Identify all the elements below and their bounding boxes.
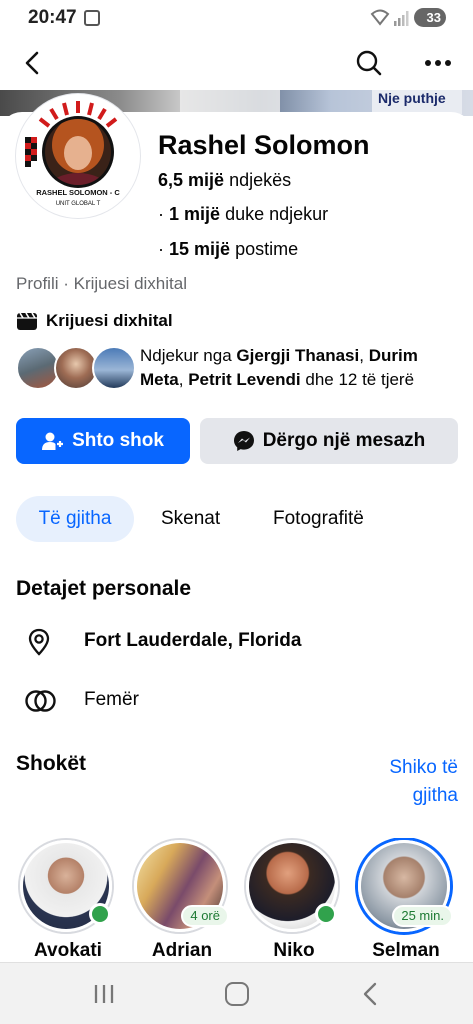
- location-pin-icon: [28, 628, 50, 656]
- send-message-button[interactable]: Dërgo një mesazh: [200, 418, 458, 464]
- system-navigation-bar: [0, 962, 473, 1024]
- status-time: 20:47: [28, 7, 77, 28]
- recent-apps-icon[interactable]: [92, 983, 116, 1005]
- status-bar: 20:47 33: [0, 0, 473, 36]
- avatar-logo-sub: UNIT GLOBAL T: [56, 201, 101, 207]
- add-friend-icon: [42, 432, 64, 450]
- personal-details-title: Detajet personale: [16, 577, 192, 600]
- top-nav: [0, 36, 473, 92]
- online-status-dot: [315, 903, 337, 925]
- separator: ,: [359, 346, 364, 365]
- avatar-logo-name: RASHEL SOLOMON - C: [36, 188, 120, 197]
- online-status-dot: [89, 903, 111, 925]
- add-friend-button[interactable]: Shto shok: [16, 418, 190, 464]
- followed-by-row[interactable]: Ndjekur nga Gjergji Thanasi, Durim Meta,…: [16, 344, 461, 392]
- battery-icon: 33: [414, 8, 446, 27]
- following-count: 1 mijë: [169, 204, 221, 224]
- search-icon[interactable]: [352, 46, 386, 80]
- following-stat[interactable]: · 1 mijë duke ndjekur: [158, 204, 328, 225]
- wifi-icon: [370, 9, 390, 26]
- last-active-badge: 25 min.: [392, 905, 453, 927]
- friends-title: Shokët: [16, 752, 87, 775]
- friend-card[interactable]: 25 min. Selman: [358, 840, 454, 961]
- clapperboard-icon: [17, 312, 37, 330]
- tab-photos[interactable]: Fotografitë: [273, 496, 364, 542]
- mutual-followers-avatars: [16, 346, 136, 390]
- followed-by-text: Ndjekur nga Gjergji Thanasi, Durim Meta,…: [140, 344, 460, 392]
- friend-avatar: 25 min.: [358, 840, 453, 932]
- mutual-name-3[interactable]: Petrit Levendi: [188, 370, 300, 389]
- followers-count: 6,5 mijë: [158, 170, 225, 190]
- send-message-label: Dërgo një mesazh: [262, 430, 426, 451]
- signal-icon: [394, 11, 409, 26]
- posts-stat: · 15 mijë postime: [158, 239, 298, 260]
- posts-count: 15 mijë: [169, 239, 231, 259]
- see-all-line-2: gjitha: [412, 785, 458, 806]
- profile-avatar[interactable]: RASHEL SOLOMON - C UNIT GLOBAL T: [16, 94, 140, 218]
- bullet-dot: ·: [158, 239, 164, 259]
- friend-avatar: [20, 840, 112, 932]
- see-all-friends-link[interactable]: Shiko të gjitha: [300, 754, 458, 810]
- location-text: Fort Lauderdale, Florida: [84, 630, 302, 651]
- following-label: duke ndjekur: [225, 204, 329, 224]
- cover-photo-sign: Nje puthje: [372, 90, 462, 114]
- friend-card[interactable]: Niko: [246, 840, 342, 961]
- followers-stat[interactable]: 6,5 mijë ndjekës: [158, 170, 291, 191]
- back-arrow-icon[interactable]: [16, 46, 50, 80]
- see-all-line-1: Shiko të: [389, 757, 458, 778]
- friend-card[interactable]: 4 orë Adrian: [134, 840, 230, 961]
- gender-text: Femër: [84, 689, 139, 710]
- friend-name: Avokati: [34, 940, 102, 961]
- friend-avatar: [246, 840, 338, 932]
- gender-rings-icon: [25, 690, 56, 712]
- gender-row: [24, 686, 58, 716]
- profile-category: Profili · Krijuesi dixhital: [16, 274, 187, 293]
- followed-by-prefix: Ndjekur nga: [140, 346, 232, 365]
- location-row: [24, 627, 54, 657]
- avatar-logo-image: RASHEL SOLOMON - C UNIT GLOBAL T: [19, 97, 137, 215]
- creator-badge-row: Krijuesi dixhital: [16, 310, 173, 332]
- cover-photo-text-block: [180, 90, 280, 112]
- followed-by-suffix: dhe 12 të tjerë: [305, 370, 415, 389]
- home-icon[interactable]: [225, 982, 249, 1006]
- tab-reels[interactable]: Skenat: [161, 496, 220, 542]
- mutual-avatar: [92, 346, 136, 390]
- friend-name: Niko: [273, 940, 315, 961]
- separator: ,: [178, 370, 184, 389]
- profile-name: Rashel Solomon: [158, 130, 370, 160]
- add-friend-label: Shto shok: [72, 430, 164, 451]
- followers-label: ndjekës: [229, 170, 292, 190]
- screenshot-icon: [84, 10, 100, 26]
- tab-all[interactable]: Të gjitha: [16, 496, 134, 542]
- mutual-name-1[interactable]: Gjergji Thanasi: [236, 346, 359, 365]
- friend-card[interactable]: Avokati: [20, 840, 116, 961]
- friends-list: Avokati 4 orë Adrian Niko 25 min. Selman: [0, 838, 473, 964]
- friend-avatar: 4 orë: [134, 840, 229, 932]
- bullet-dot: ·: [158, 204, 164, 224]
- messenger-icon: [233, 431, 254, 451]
- more-options-icon[interactable]: [420, 46, 456, 80]
- system-back-icon[interactable]: [360, 981, 380, 1007]
- last-active-badge: 4 orë: [181, 905, 229, 927]
- friend-name: Selman: [372, 940, 440, 961]
- creator-badge-label: Krijuesi dixhital: [46, 311, 173, 330]
- posts-label: postime: [235, 239, 299, 259]
- friend-name: Adrian: [151, 940, 213, 961]
